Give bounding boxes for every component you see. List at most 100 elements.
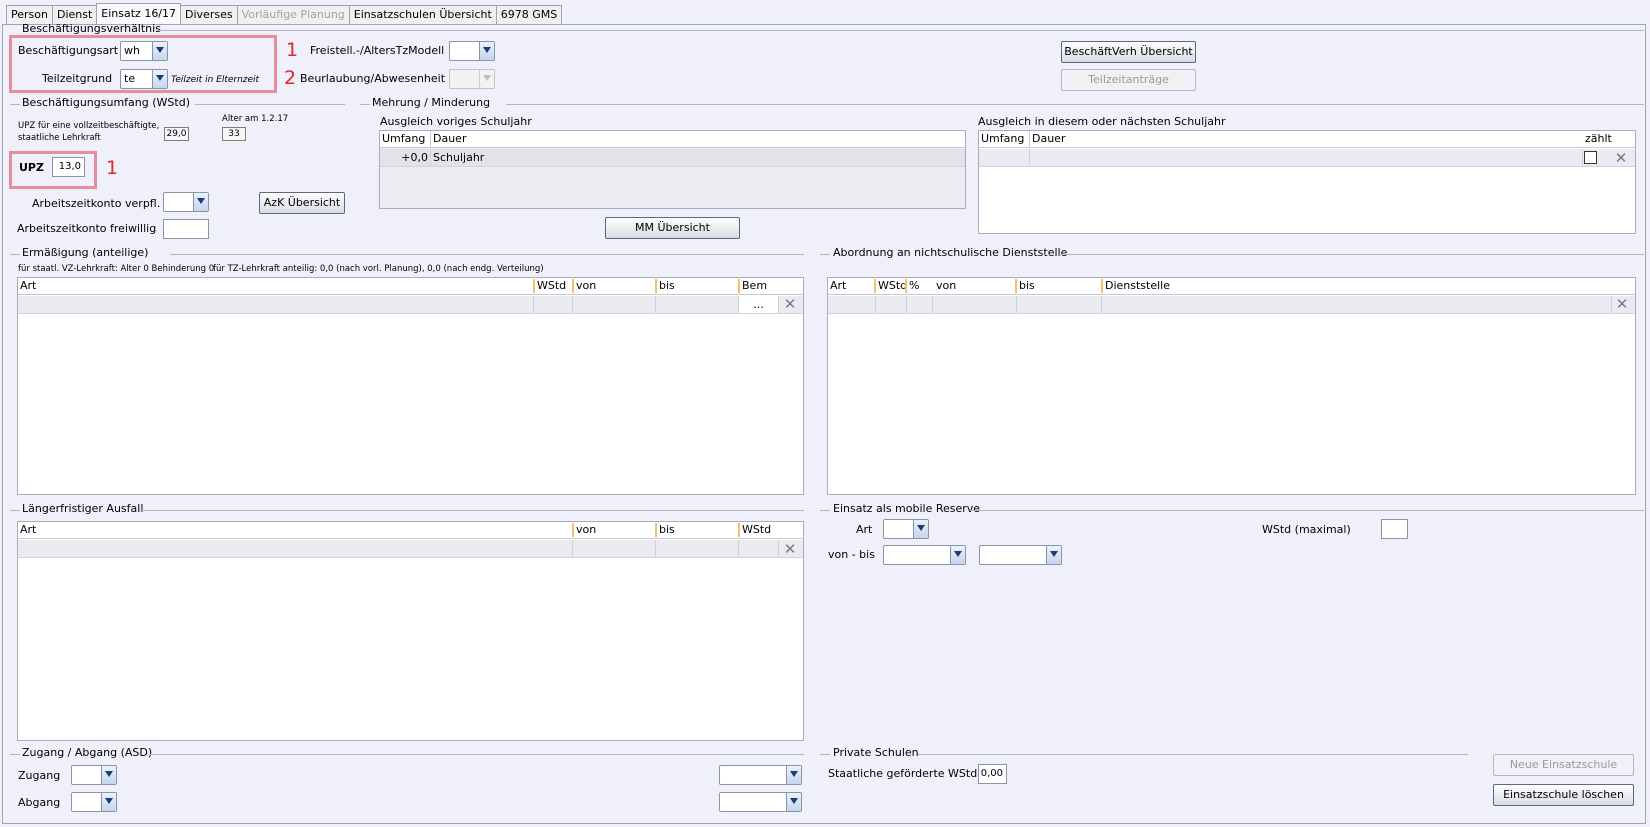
azk-uebersicht-button[interactable]: AzK Übersicht [259, 192, 345, 214]
group-divider [820, 510, 830, 511]
voriges-schuljahr-title: Ausgleich voriges Schuljahr [380, 115, 532, 128]
table-row[interactable]: ... ✕ [18, 296, 803, 314]
table-row[interactable]: +0,0 Schuljahr [380, 149, 965, 167]
column-header-zaehlt[interactable]: zählt [1583, 131, 1612, 147]
beschaeftverh-uebersicht-button[interactable]: BeschäftVerh Übersicht [1061, 41, 1196, 63]
column-header-wstd[interactable]: WStd [535, 278, 566, 294]
delete-icon[interactable]: ✕ [782, 296, 798, 312]
einsatzschule-loeschen-button[interactable]: Einsatzschule löschen [1493, 784, 1634, 806]
table-header: Art WStd von bis Bem [18, 278, 803, 295]
chevron-down-icon [479, 70, 494, 88]
tab-diverses[interactable]: Diverses [180, 5, 238, 24]
group-divider [918, 754, 1468, 755]
delete-icon[interactable]: ✕ [1613, 150, 1629, 166]
azk-freiwillig-label: Arbeitszeitkonto freiwillig [17, 222, 157, 235]
beurlaubung-label: Beurlaubung/Abwesenheit [300, 72, 446, 85]
cell-bis [1017, 296, 1102, 313]
group-title-mehrung: Mehrung / Minderung [372, 96, 491, 109]
column-header-percent[interactable]: % [907, 278, 919, 294]
abgang-date-select[interactable] [719, 792, 802, 812]
beschaeftigungsart-label: Beschäftigungsart [18, 44, 119, 57]
bem-ellipsis-button[interactable]: ... [739, 296, 779, 313]
chevron-down-icon[interactable] [950, 546, 965, 564]
column-header-von[interactable]: von [934, 278, 956, 294]
staatliche-wstd-input[interactable]: 0,00 [978, 764, 1007, 784]
column-header-dauer[interactable]: Dauer [430, 131, 466, 147]
tab-school-6978[interactable]: 6978 GMS [495, 5, 563, 24]
column-header-umfang[interactable]: Umfang [979, 131, 1024, 147]
group-divider [150, 754, 804, 755]
upz-input[interactable]: 13,0 [52, 157, 85, 177]
column-header-art[interactable]: Art [18, 278, 36, 294]
annotation-number: 1 [286, 39, 299, 61]
mm-uebersicht-button[interactable]: MM Übersicht [605, 217, 740, 239]
mobile-von-select[interactable] [883, 545, 966, 565]
table-row[interactable]: ✕ [979, 149, 1635, 167]
chevron-down-icon[interactable] [101, 766, 116, 784]
tab-einsatz[interactable]: Einsatz 16/17 [96, 3, 182, 24]
cell-dienststelle [1102, 296, 1612, 313]
azk-verpfl-label: Arbeitszeitkonto verpfl. [32, 197, 161, 210]
tab-einsatzschulen-uebersicht[interactable]: Einsatzschulen Übersicht [348, 5, 497, 24]
column-header-bem[interactable]: Bem [740, 278, 767, 294]
wstd-maximal-label: WStd (maximal) [1262, 523, 1351, 536]
group-title-ausfall: Längerfristiger Ausfall [22, 502, 144, 515]
upz-vollzeit-label-2: staatliche Lehrkraft [18, 133, 101, 143]
column-header-dauer[interactable]: Dauer [1029, 131, 1065, 147]
column-header-umfang[interactable]: Umfang [380, 131, 425, 147]
column-header-bis[interactable]: bis [657, 522, 675, 538]
zaehlt-checkbox[interactable] [1584, 151, 1597, 164]
chevron-down-icon[interactable] [786, 793, 801, 811]
column-header-wstd[interactable]: WStd [740, 522, 771, 538]
column-header-von[interactable]: von [574, 522, 596, 538]
azk-freiwillig-input[interactable] [163, 219, 209, 239]
zugang-select[interactable] [71, 765, 117, 785]
zugang-label: Zugang [18, 769, 61, 782]
wstd-maximal-input[interactable] [1381, 519, 1408, 539]
naechstes-schuljahr-table: Umfang Dauer zählt ✕ [978, 130, 1636, 234]
abgang-select[interactable] [71, 792, 117, 812]
group-divider [10, 510, 20, 511]
group-divider [1059, 254, 1644, 255]
column-header-art[interactable]: Art [828, 278, 846, 294]
column-header-wstd[interactable]: WStd [876, 278, 907, 294]
annotation-number: 2 [284, 67, 297, 89]
chevron-down-icon[interactable] [913, 520, 928, 538]
chevron-down-icon[interactable] [193, 193, 208, 211]
abordnung-table: Art WStd % von bis Dienststelle ✕ [827, 277, 1636, 495]
table-row[interactable]: ✕ [18, 540, 803, 558]
delete-icon[interactable]: ✕ [1614, 296, 1630, 312]
group-title-private-schulen: Private Schulen [833, 746, 919, 759]
teilzeitgrund-value: te [124, 72, 136, 85]
group-divider [970, 510, 1644, 511]
chevron-down-icon[interactable] [786, 766, 801, 784]
teilzeitantraege-button: Teilzeitanträge [1061, 69, 1196, 91]
voriges-schuljahr-table: Umfang Dauer +0,0 Schuljahr [379, 130, 966, 209]
zugang-date-select[interactable] [719, 765, 802, 785]
table-row[interactable]: ✕ [828, 296, 1635, 314]
column-header-von[interactable]: von [574, 278, 596, 294]
delete-icon[interactable]: ✕ [782, 541, 798, 557]
chevron-down-icon[interactable] [101, 793, 116, 811]
chevron-down-icon[interactable] [479, 42, 494, 60]
teilzeitgrund-select[interactable]: te [120, 69, 168, 89]
freistell-select[interactable] [449, 41, 495, 61]
column-header-dienststelle[interactable]: Dienststelle [1103, 278, 1170, 294]
mobile-art-select[interactable] [883, 519, 929, 539]
cell-dauer: Schuljahr [433, 151, 485, 164]
annotation-number: 1 [106, 157, 119, 179]
mobile-bis-select[interactable] [979, 545, 1062, 565]
column-header-bis[interactable]: bis [1017, 278, 1035, 294]
group-title-mobile-reserve: Einsatz als mobile Reserve [833, 502, 981, 515]
chevron-down-icon[interactable] [152, 42, 167, 60]
chevron-down-icon[interactable] [1046, 546, 1061, 564]
chevron-down-icon[interactable] [152, 70, 167, 88]
cell-wstd [876, 296, 907, 313]
tab-bar: Person Dienst Einsatz 16/17 Diverses Vor… [6, 3, 563, 24]
group-divider [195, 104, 345, 105]
teilzeitgrund-description: Teilzeit in Elternzeit [171, 75, 260, 85]
beschaeftigungsart-select[interactable]: wh [120, 41, 168, 61]
column-header-bis[interactable]: bis [657, 278, 675, 294]
azk-verpfl-select[interactable] [163, 192, 209, 212]
column-header-art[interactable]: Art [18, 522, 36, 538]
